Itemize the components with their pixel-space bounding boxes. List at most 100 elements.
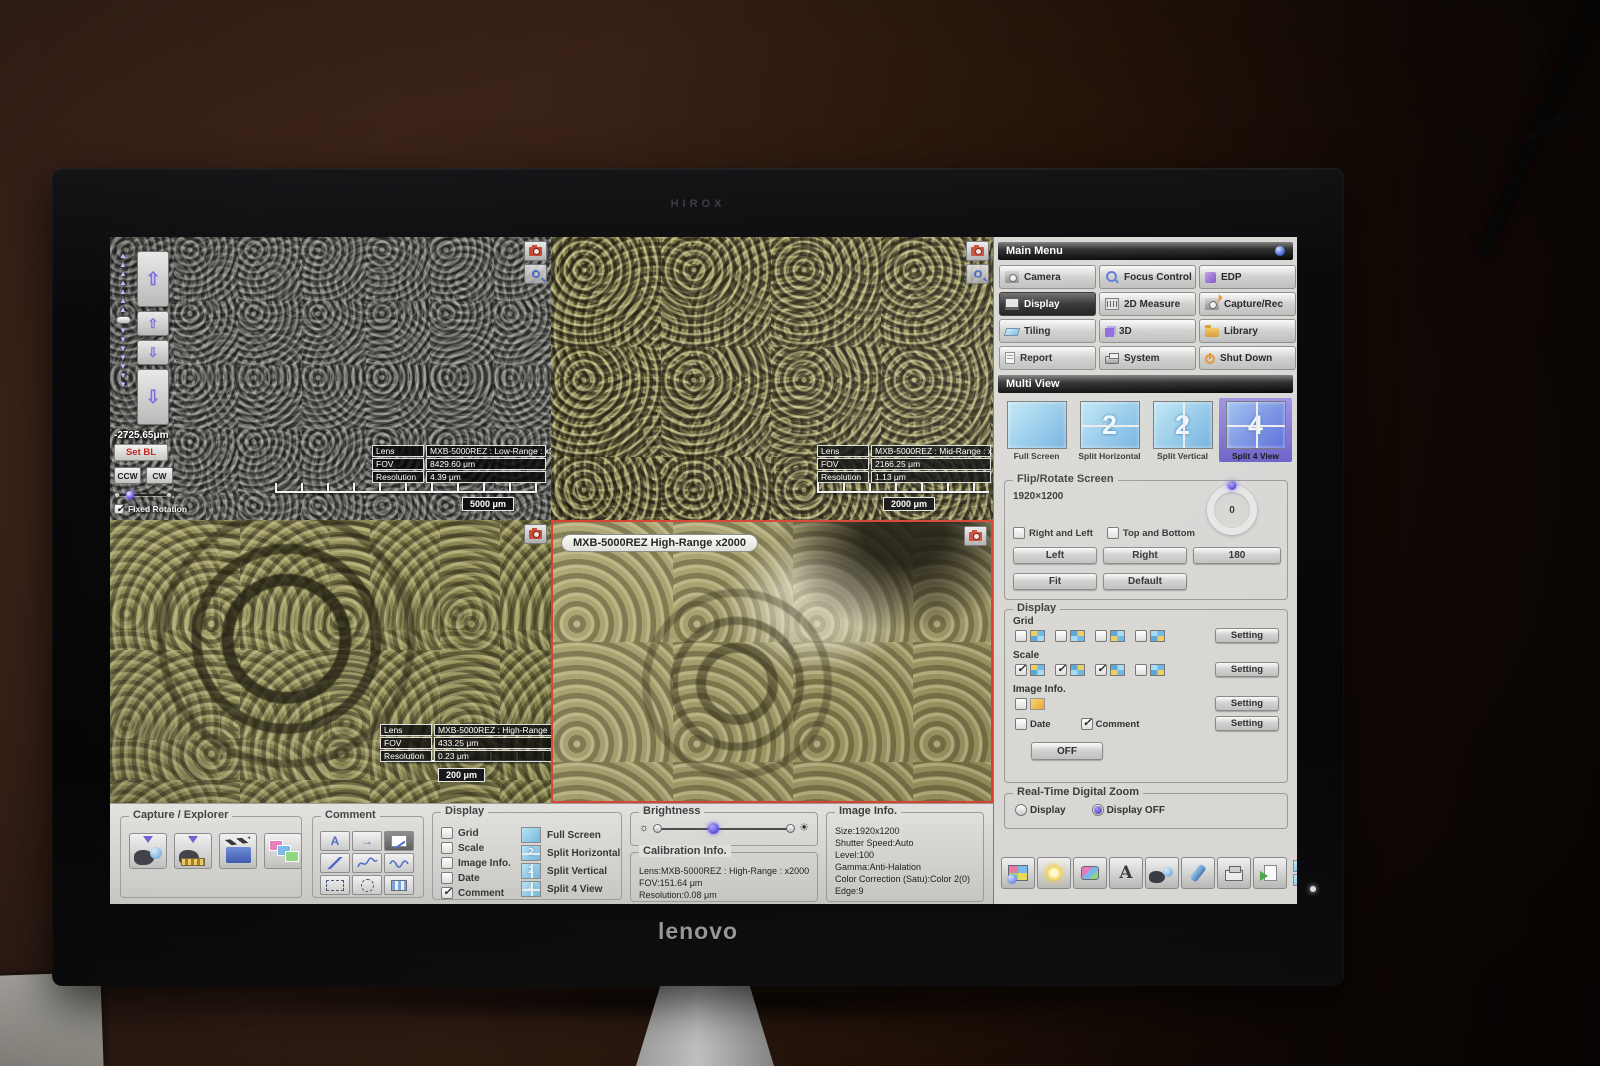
rotate-right-button[interactable]: Right [1103,547,1187,564]
capture-image-button[interactable] [129,833,167,869]
menu-focus-control-button[interactable]: Focus Control [1099,265,1196,289]
slider-min-knob[interactable] [653,824,662,833]
split-4-view-option[interactable]: 4 Split 4 View [1219,398,1292,462]
grid-setting-button[interactable]: Setting [1215,628,1279,643]
menu-display-button[interactable]: Display [999,292,1096,316]
full-screen-option[interactable]: Full Screen [1000,398,1073,462]
comment-stamp-tool[interactable] [384,875,414,895]
quadrant-capture-button[interactable] [966,241,989,261]
menu-shut-down-button[interactable]: Shut Down [1199,346,1296,370]
split-vertical-option[interactable]: 2 Split Vertical [1146,398,1219,462]
comment-checkbox[interactable] [441,887,453,899]
comment-text-tool[interactable]: A [320,831,350,851]
rotate-left-button[interactable]: Left [1013,547,1097,564]
display-off-radio[interactable] [1092,804,1104,816]
fixed-rotation-checkbox[interactable] [114,504,124,514]
image-adjust-button[interactable] [1073,857,1107,889]
mini-split-selector[interactable] [1293,860,1297,886]
menu-3d-button[interactable]: 3D [1099,319,1196,343]
image-info-checkbox[interactable] [441,857,453,869]
quadrant-zoom-button[interactable] [524,264,547,284]
quadrant-capture-button[interactable] [524,524,547,544]
grid-checkbox[interactable] [441,827,453,839]
print-button[interactable] [1217,857,1251,889]
brightness-slider[interactable] [655,828,793,830]
grid-q4-checkbox[interactable] [1135,630,1147,642]
rotate-ccw-button[interactable]: CCW [114,467,141,484]
menu-capture-rec-button[interactable]: Capture/Rec [1199,292,1296,316]
scale-q1-checkbox[interactable] [1015,664,1027,676]
comment-note-tool[interactable] [384,831,414,851]
menu-camera-button[interactable]: Camera [999,265,1096,289]
grid-q3-checkbox[interactable] [1095,630,1107,642]
menu-edp-button[interactable]: EDP [1199,265,1296,289]
quadrant-capture-button[interactable] [524,241,547,261]
date-checkbox[interactable] [441,872,453,884]
off-button[interactable]: OFF [1031,742,1103,760]
z-down-fast-button[interactable]: ⇩ [137,369,169,425]
z-up-slow-button[interactable]: ⇧ [137,311,169,336]
export-button[interactable] [1253,857,1287,889]
viewport-mid-range[interactable]: LensMXB-5000REZ : Mid-Range : x140 FOV21… [551,237,993,520]
set-bl-button[interactable]: Set BL [114,444,168,461]
date-comment-setting-button[interactable]: Setting [1215,716,1279,731]
z-up-fast-button[interactable]: ⇧ [137,251,169,307]
comment-arrow-tool[interactable]: → [352,831,382,851]
comment-rectangle-tool[interactable] [320,875,350,895]
menu-system-button[interactable]: System [1099,346,1196,370]
rotate-180-button[interactable]: 180 [1193,547,1281,564]
rotate-cw-button[interactable]: CW [146,467,173,484]
split-horizontal-option[interactable]: 2 Split Horizontal [1073,398,1146,462]
viewport-high-range-700[interactable]: LensMXB-5000REZ : High-Range : x700 FOV4… [110,520,551,803]
image-info-display-checkbox[interactable] [1015,698,1027,710]
quadrant-zoom-button[interactable] [966,264,989,284]
menu-library-button[interactable]: Library [1199,319,1296,343]
full-screen-view-button[interactable]: Full Screen [521,827,620,843]
comment-freehand-tool[interactable] [384,853,414,873]
date-checkbox[interactable] [1015,718,1027,730]
illumination-button[interactable] [1037,857,1071,889]
menu-2d-measure-button[interactable]: 2D Measure [1099,292,1196,316]
display-radio[interactable] [1015,804,1027,816]
info-sphere-icon[interactable] [1275,246,1285,256]
apps-launcher-button[interactable] [1001,857,1035,889]
comment-checkbox[interactable] [1081,718,1093,730]
comment-line-tool[interactable] [320,853,350,873]
rotation-speed-slider[interactable] [114,491,172,499]
comment-circle-tool[interactable] [352,875,382,895]
scale-setting-button[interactable]: Setting [1215,662,1279,677]
slider-max-knob[interactable] [786,824,795,833]
record-movie-button[interactable] [219,833,257,869]
menu-report-button[interactable]: Report [999,346,1096,370]
viewport-high-range-2000-selected[interactable]: MXB-5000REZ High-Range x2000 [551,520,993,803]
rotation-knob[interactable]: 0 [1207,485,1257,535]
default-button[interactable]: Default [1103,573,1187,590]
slider-thumb[interactable] [126,491,134,499]
z-down-slow-button[interactable]: ⇩ [137,340,169,365]
right-and-left-checkbox[interactable] [1013,527,1025,539]
lens-tool-button[interactable] [1181,857,1215,889]
menu-tiling-button[interactable]: Tiling [999,319,1096,343]
fit-button[interactable]: Fit [1013,573,1097,590]
image-explorer-button[interactable] [264,833,302,869]
split-4-view-button[interactable]: 4Split 4 View [521,881,620,897]
split-vertical-view-button[interactable]: 2Split Vertical [521,863,620,879]
text-tool-button[interactable]: A [1109,857,1143,889]
image-info-setting-button[interactable]: Setting [1215,696,1279,711]
measure-2d-icon [1105,298,1119,310]
comment-scribble-tool[interactable] [352,853,382,873]
capture-with-scale-button[interactable] [174,833,212,869]
capture-tool-button[interactable] [1145,857,1179,889]
grid-q2-checkbox[interactable] [1055,630,1067,642]
grid-q1-checkbox[interactable] [1015,630,1027,642]
scale-q3-checkbox[interactable] [1095,664,1107,676]
scale-q2-checkbox[interactable] [1055,664,1067,676]
scale-checkbox[interactable] [441,842,453,854]
brightness-thumb[interactable] [708,823,719,834]
scale-q4-checkbox[interactable] [1135,664,1147,676]
z-step-slider[interactable]: ▲▲▲▲▲▲▲ ▼▼▼▼▼▼▼ [114,251,132,425]
top-and-bottom-checkbox[interactable] [1107,527,1119,539]
split-horizontal-view-button[interactable]: 2Split Horizontal [521,845,620,861]
z-slider-knob[interactable] [116,316,131,324]
quadrant-capture-button[interactable] [964,526,987,546]
